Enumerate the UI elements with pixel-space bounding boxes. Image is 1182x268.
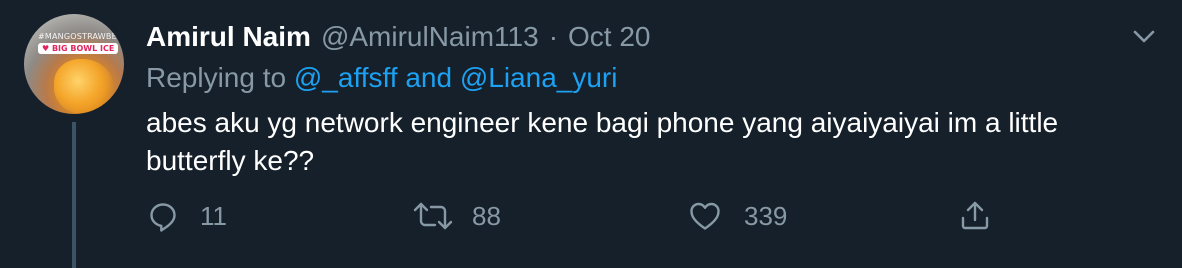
reply-button[interactable]: 11 (146, 196, 227, 236)
retweet-button[interactable]: 88 (412, 196, 501, 236)
tweet-date[interactable]: Oct 20 (568, 21, 650, 53)
share-button[interactable] (958, 196, 992, 236)
tweet[interactable]: #MANGOSTRAWBERRY ♥ BIG BOWL ICE Amirul N… (0, 0, 1182, 268)
more-menu-button[interactable] (1126, 22, 1162, 52)
tweet-text: abes aku yg network engineer kene bagi p… (146, 107, 1059, 176)
replying-to-label: Replying to (146, 62, 287, 93)
reply-mention[interactable]: @Liana_yuri (460, 62, 618, 93)
heart-icon (690, 202, 720, 230)
avatar-overlay-text: #MANGOSTRAWBERRY (38, 32, 124, 41)
chevron-down-icon (1133, 30, 1155, 43)
reply-icon (150, 203, 176, 232)
avatar[interactable]: #MANGOSTRAWBERRY ♥ BIG BOWL ICE (24, 14, 124, 114)
thread-line (72, 122, 76, 268)
author-name[interactable]: Amirul Naim (146, 21, 311, 53)
reply-count: 11 (200, 200, 227, 231)
like-button[interactable]: 339 (688, 196, 787, 236)
replying-to: Replying to @_affsff and @Liana_yuri (146, 62, 617, 94)
avatar-overlay-badge: ♥ BIG BOWL ICE (38, 43, 119, 54)
share-icon (961, 201, 989, 230)
tweet-header: Amirul Naim @AmirulNaim113 · Oct 20 (146, 19, 651, 55)
reply-mention[interactable]: @_affsff (294, 62, 398, 93)
author-handle[interactable]: @AmirulNaim113 (321, 21, 539, 53)
retweet-icon (413, 202, 453, 230)
like-count: 339 (744, 200, 788, 231)
separator-dot: · (548, 21, 559, 52)
reply-conjunction[interactable]: and (405, 62, 452, 93)
avatar-photo (54, 59, 114, 114)
retweet-count: 88 (472, 200, 501, 231)
